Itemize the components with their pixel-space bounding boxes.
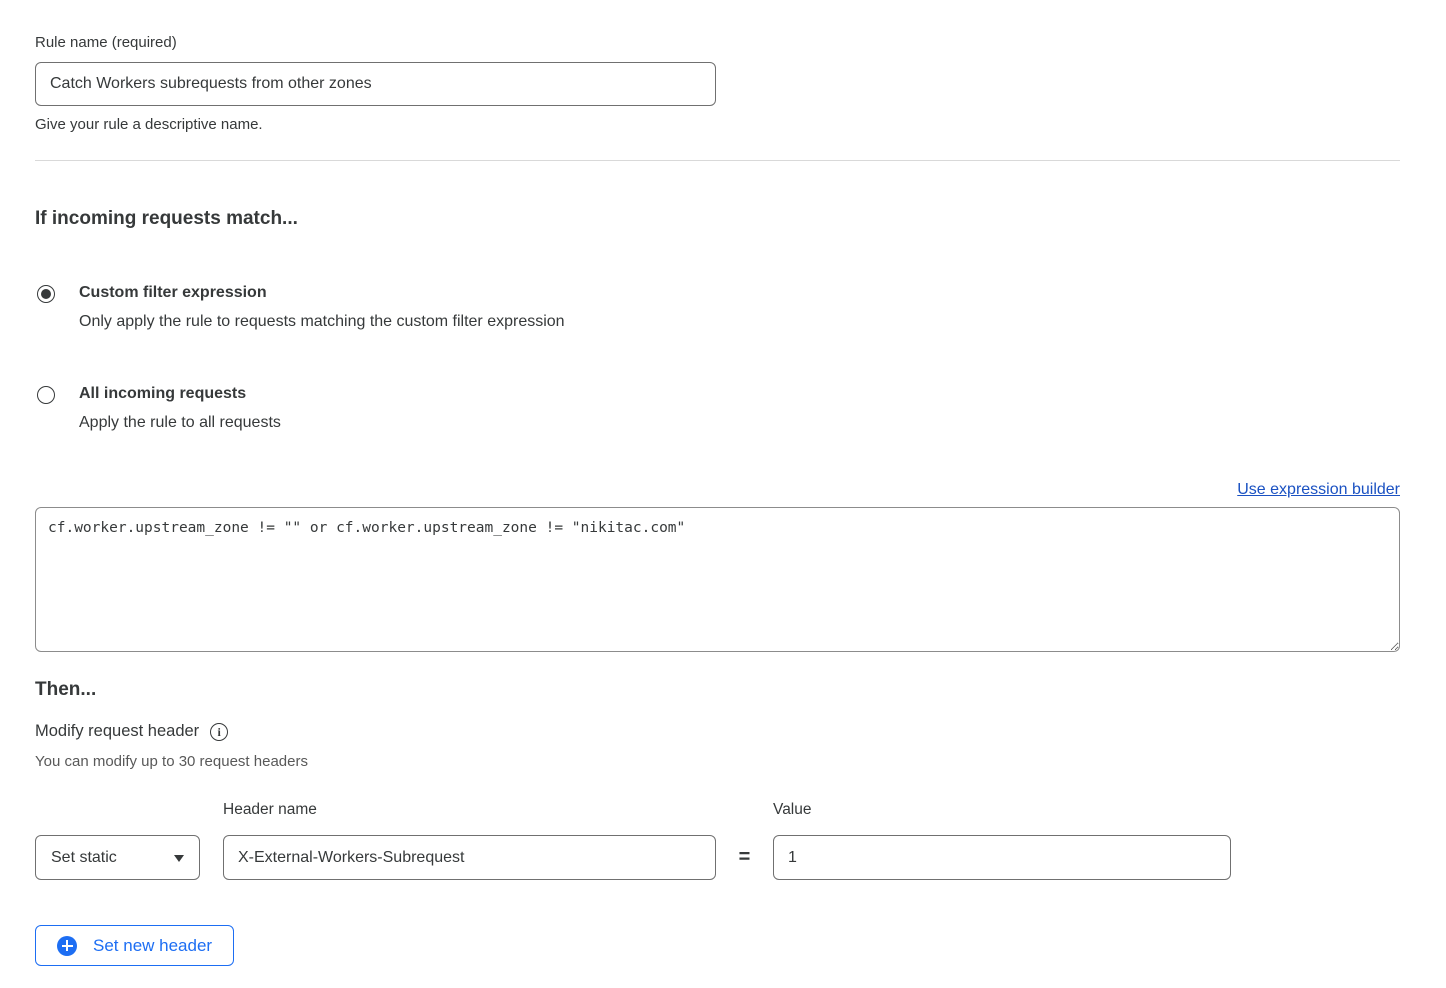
rule-name-input[interactable] [35,62,716,106]
custom-filter-description: Only apply the rule to requests matching… [79,312,565,331]
operation-select-value: Set static [51,849,117,867]
set-new-header-button[interactable]: Set new header [35,925,234,966]
use-expression-builder-link[interactable]: Use expression builder [1237,481,1400,499]
all-requests-radio[interactable] [37,386,55,404]
radio-option-text: All incoming requests Apply the rule to … [79,385,281,432]
set-new-header-label: Set new header [93,936,212,956]
section-divider [35,160,1400,161]
equals-sign: = [716,835,773,880]
operation-select[interactable]: Set static [35,835,200,880]
all-requests-label: All incoming requests [79,385,281,403]
header-name-label: Header name [223,801,716,819]
modify-header-action-row: Modify request header i [35,722,1400,741]
expression-builder-row: Use expression builder [35,481,1400,499]
custom-filter-radio[interactable] [37,285,55,303]
chevron-down-icon [174,855,184,862]
radio-option-all-requests: All incoming requests Apply the rule to … [35,385,1400,432]
grid-spacer [35,801,223,835]
plus-icon [57,936,77,956]
custom-filter-label: Custom filter expression [79,284,565,302]
header-name-input[interactable] [223,835,716,880]
then-section-heading: Then... [35,679,1400,701]
operation-select-cell: Set static [35,835,223,880]
modify-header-helper: You can modify up to 30 request headers [35,753,1400,770]
expression-editor-textarea[interactable]: cf.worker.upstream_zone != "" or cf.work… [35,507,1400,652]
rule-name-helper: Give your rule a descriptive name. [35,116,1400,133]
header-rule-grid: Header name Value Set static = [35,801,1400,880]
info-icon[interactable]: i [210,723,228,741]
rule-editor-page: Rule name (required) Give your rule a de… [0,0,1446,966]
grid-spacer [716,801,773,835]
header-value-input[interactable] [773,835,1231,880]
modify-request-header-label: Modify request header [35,722,199,741]
radio-option-text: Custom filter expression Only apply the … [79,284,565,331]
value-label: Value [773,801,1231,819]
rule-name-label: Rule name (required) [35,34,1400,52]
match-section-heading: If incoming requests match... [35,208,1400,230]
all-requests-description: Apply the rule to all requests [79,413,281,432]
radio-option-custom-filter: Custom filter expression Only apply the … [35,284,1400,331]
